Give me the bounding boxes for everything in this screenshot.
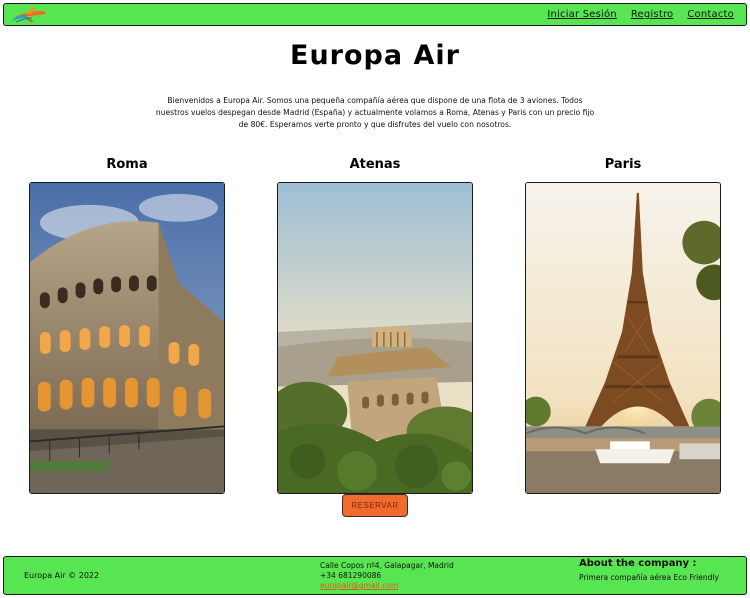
- intro-text: Bienvenidos a Europa Air. Somos una pequ…: [155, 96, 595, 129]
- contact-info: Calle Copos nº4, Galapagar, Madrid +34 6…: [320, 561, 454, 591]
- reserve-button[interactable]: RESERVAR: [342, 494, 408, 517]
- nav-link-contact[interactable]: Contacto: [687, 9, 734, 20]
- footer: Europa Air © 2022 Calle Copos nº4, Galap…: [3, 556, 747, 595]
- about-title: About the company :: [579, 558, 697, 569]
- city-name-roma: Roma: [106, 157, 148, 172]
- email-link[interactable]: europair@gmail.com: [320, 581, 398, 590]
- top-navbar: Iniciar Sesión Registro Contacto: [3, 3, 747, 26]
- plane-logo-icon[interactable]: [12, 5, 48, 25]
- eiffel-tower-photo[interactable]: [525, 182, 721, 494]
- acropolis-photo[interactable]: [277, 182, 473, 494]
- city-name-paris: Paris: [604, 157, 642, 172]
- about-text: Primera compañía aérea Eco Friendly: [579, 573, 719, 582]
- nav-link-login[interactable]: Iniciar Sesión: [547, 9, 617, 20]
- colosseum-photo[interactable]: [29, 182, 225, 494]
- about-section: About the company : Primera compañía aér…: [579, 557, 729, 582]
- page-title: Europa Air: [290, 40, 460, 71]
- nav-links: Iniciar Sesión Registro Contacto: [547, 9, 734, 20]
- copyright-text: Europa Air © 2022: [24, 571, 100, 580]
- city-name-atenas: Atenas: [349, 157, 401, 172]
- phone-text: +34 681290086: [320, 571, 382, 580]
- address-text: Calle Copos nº4, Galapagar, Madrid: [320, 561, 454, 570]
- nav-link-register[interactable]: Registro: [631, 9, 674, 20]
